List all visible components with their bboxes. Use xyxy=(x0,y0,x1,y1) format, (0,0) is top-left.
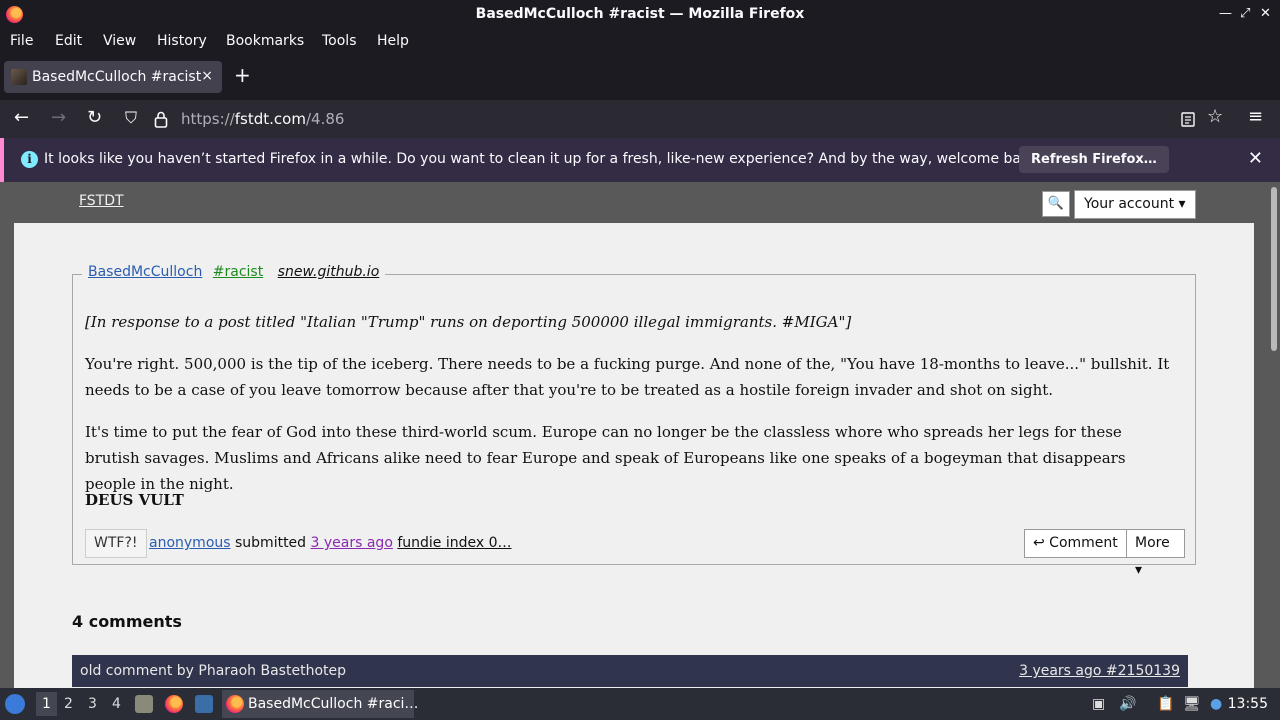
quote-paragraph: DEUS VULT xyxy=(85,491,184,509)
page-scrollbar[interactable] xyxy=(1268,182,1280,688)
tray-updates-icon[interactable]: ▣ xyxy=(1092,696,1105,712)
tab-close-icon[interactable]: × xyxy=(201,68,213,84)
source-link[interactable]: snew.github.io xyxy=(278,264,380,280)
menu-tools[interactable]: Tools xyxy=(322,33,357,49)
url-text[interactable]: https://fstdt.com/4.86 xyxy=(181,110,344,128)
volume-icon[interactable]: 🔊 xyxy=(1119,696,1136,712)
menu-file[interactable]: File xyxy=(10,33,33,49)
notification-icon[interactable]: ● xyxy=(1210,696,1222,712)
workspace-2[interactable]: 2 xyxy=(64,696,73,712)
bookmark-star-icon[interactable]: ☆ xyxy=(1207,107,1223,127)
tag-link[interactable]: #racist xyxy=(213,264,263,280)
start-menu-icon[interactable] xyxy=(5,694,25,714)
comment-button[interactable]: ↩ Comment xyxy=(1024,529,1127,558)
info-icon: i xyxy=(21,151,38,168)
site-logo-link[interactable]: FSTDT xyxy=(79,193,124,209)
lock-icon[interactable] xyxy=(154,111,168,128)
page-viewport: FSTDT 🔍 Your account ▾ BasedMcCulloch #r… xyxy=(0,182,1280,688)
network-icon[interactable]: 🖥 xyxy=(1183,696,1201,712)
page-content: BasedMcCulloch #racist snew.github.io [I… xyxy=(14,223,1254,688)
tab-active[interactable]: BasedMcCulloch #racist × xyxy=(4,61,222,93)
comment-author: old comment by Pharaoh Bastethotep xyxy=(80,663,346,679)
taskbar-window-firefox[interactable]: BasedMcCulloch #raci… xyxy=(222,690,418,718)
firefox-launcher-icon[interactable] xyxy=(165,695,183,713)
submitter-link[interactable]: anonymous xyxy=(149,535,231,551)
maximize-icon[interactable]: ⤢ xyxy=(1240,6,1250,21)
search-icon[interactable]: 🔍 xyxy=(1042,191,1070,217)
menu-history[interactable]: History xyxy=(157,33,207,49)
clipboard-icon[interactable]: 📋 xyxy=(1157,696,1174,712)
window-title: BasedMcCulloch #racist — Mozilla Firefox xyxy=(475,6,805,22)
notification-bar: i It looks like you haven’t started Fire… xyxy=(0,138,1280,182)
tab-title: BasedMcCulloch #racist xyxy=(32,69,202,85)
comments-heading: 4 comments xyxy=(72,612,182,631)
menu-view[interactable]: View xyxy=(103,33,136,49)
site-favicon-icon xyxy=(11,69,27,85)
workspace-4[interactable]: 4 xyxy=(112,696,121,712)
menu-help[interactable]: Help xyxy=(377,33,409,49)
tab-bar: BasedMcCulloch #racist × + xyxy=(0,54,1280,100)
quote-footer: WTF?! anonymous submitted 3 years ago fu… xyxy=(85,529,1185,578)
navigation-bar: ← → ↻ ⛉ https://fstdt.com/4.86 ☆ ≡ xyxy=(0,100,1280,138)
url-bar[interactable]: ⛉ https://fstdt.com/4.86 ☆ xyxy=(118,104,1234,134)
window-titlebar: BasedMcCulloch #racist — Mozilla Firefox… xyxy=(0,0,1280,29)
more-button[interactable]: More ▾ xyxy=(1126,529,1185,578)
scrollbar-thumb[interactable] xyxy=(1271,187,1277,351)
quote-paragraph: You're right. 500,000 is the tip of the … xyxy=(85,355,1170,399)
menu-bookmarks[interactable]: Bookmarks xyxy=(226,33,304,49)
clock: 13:55 xyxy=(1227,696,1268,712)
your-account-button[interactable]: Your account ▾ xyxy=(1074,190,1196,219)
menu-edit[interactable]: Edit xyxy=(55,33,82,49)
quote-context: [In response to a post titled "Italian "… xyxy=(85,313,852,331)
submission-meta: anonymous submitted 3 years ago fundie i… xyxy=(149,535,512,551)
taskbar-window-title: BasedMcCulloch #raci… xyxy=(248,696,419,712)
new-tab-icon[interactable]: + xyxy=(234,65,251,85)
file-manager-icon[interactable] xyxy=(135,695,153,713)
quote-card: BasedMcCulloch #racist snew.github.io [I… xyxy=(72,264,1196,578)
back-icon[interactable]: ← xyxy=(14,108,29,128)
close-window-icon[interactable]: ✕ xyxy=(1260,6,1271,21)
reload-icon[interactable]: ↻ xyxy=(87,108,102,128)
forward-icon[interactable]: → xyxy=(51,108,66,128)
notification-close-icon[interactable]: ✕ xyxy=(1248,148,1263,169)
menu-bar: File Edit View History Bookmarks Tools H… xyxy=(0,29,1280,54)
workspace-1[interactable]: 1 xyxy=(36,692,57,716)
quote-paragraph: It's time to put the fear of God into th… xyxy=(85,423,1126,493)
wtf-vote-button[interactable]: WTF?! xyxy=(85,529,147,558)
workspace-3[interactable]: 3 xyxy=(88,696,97,712)
desktop-taskbar: 1 2 3 4 BasedMcCulloch #raci… ▣ 🔊 📋 🖥 ● … xyxy=(0,688,1280,720)
shield-icon[interactable]: ⛉ xyxy=(125,108,137,128)
reader-view-icon[interactable] xyxy=(1181,112,1195,127)
app-menu-icon[interactable]: ≡ xyxy=(1248,107,1263,127)
terminal-icon[interactable] xyxy=(195,695,213,713)
minimize-icon[interactable]: — xyxy=(1219,6,1232,21)
notification-message: It looks like you haven’t started Firefo… xyxy=(44,151,1043,167)
age-link[interactable]: 3 years ago xyxy=(311,535,393,551)
site-header: FSTDT 🔍 Your account ▾ xyxy=(0,182,1268,222)
quote-header: BasedMcCulloch #racist snew.github.io xyxy=(82,264,386,280)
fundie-index[interactable]: fundie index 0… xyxy=(397,535,511,551)
refresh-firefox-button[interactable]: Refresh Firefox… xyxy=(1019,146,1169,173)
comment-permalink[interactable]: 3 years ago #2150139 xyxy=(1019,663,1180,679)
author-link[interactable]: BasedMcCulloch xyxy=(88,264,202,280)
firefox-icon xyxy=(226,695,244,713)
comment-header: old comment by Pharaoh Bastethotep 3 yea… xyxy=(72,655,1188,687)
